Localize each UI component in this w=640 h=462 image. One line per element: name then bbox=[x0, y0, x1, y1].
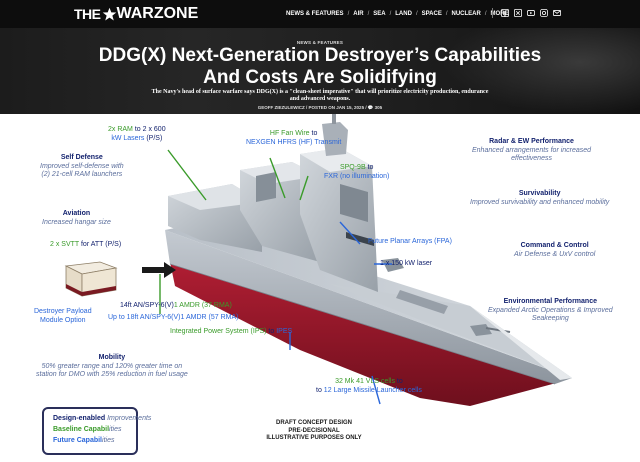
laser-callout: 1 x 150 kW laser bbox=[380, 260, 433, 267]
nav-separator: / bbox=[367, 11, 370, 17]
nav-space[interactable]: SPACE bbox=[422, 11, 442, 17]
x-icon[interactable] bbox=[514, 9, 522, 17]
logo-name: WARZONE bbox=[116, 5, 199, 22]
nav-land[interactable]: LAND bbox=[395, 11, 412, 17]
logo-prefix: THE bbox=[74, 6, 101, 22]
payload-module-image bbox=[64, 261, 118, 297]
legend-design-enabled: Design-enabled Improvements bbox=[53, 415, 152, 422]
nav-separator: / bbox=[445, 11, 448, 17]
svtt-callout: 2 x SVTT for ATT (P/S) bbox=[50, 241, 122, 248]
amdr-57-callout: Up to 18ft AN/SPY-6(V)1 AMDR (57 RMA) bbox=[108, 314, 239, 321]
article-headline: DDG(X) Next-Generation Destroyer’s Capab… bbox=[98, 45, 542, 88]
nav-air[interactable]: AIR bbox=[353, 11, 363, 17]
ips-callout: Integrated Power System (IPS) to IPES bbox=[170, 328, 293, 335]
nav-sea[interactable]: SEA bbox=[373, 11, 385, 17]
survivability-callout: Survivability Improved survivability and… bbox=[470, 190, 610, 206]
nav-separator: / bbox=[415, 11, 418, 17]
nav-news-features[interactable]: NEWS & FEATURES bbox=[286, 11, 344, 17]
radar-ew-callout: Radar & EW Performance Enhanced arrangem… bbox=[472, 138, 592, 162]
ddgx-infographic: 2x RAM to 2 x 600 kW Lasers (P/S) HF Fan… bbox=[0, 114, 640, 462]
aviation-callout: Aviation Increased hangar size bbox=[42, 210, 111, 226]
site-logo[interactable]: THE WARZONE bbox=[74, 4, 198, 24]
article-header: NEWS & FEATURES DDG(X) Next-Generation D… bbox=[0, 28, 640, 114]
self-defense-callout: Self Defense Improved self-defense with … bbox=[40, 154, 124, 178]
article-byline[interactable]: GEOFF ZIEZULEWICZ / POSTED ON JAN 15, 20… bbox=[0, 105, 640, 111]
nav-nuclear[interactable]: NUCLEAR bbox=[452, 11, 481, 17]
top-nav: THE WARZONE NEWS & FEATURES / AIR / SEA … bbox=[0, 0, 640, 28]
nav-separator: / bbox=[389, 11, 392, 17]
email-icon[interactable] bbox=[553, 9, 561, 17]
youtube-icon[interactable] bbox=[527, 9, 535, 17]
legend-baseline: Baseline Capabilities bbox=[53, 426, 122, 433]
command-control-callout: Command & Control Air Defense & UxV cont… bbox=[514, 242, 596, 258]
hf-callout: HF Fan Wire to NEXGEN HFRS (HF) Transmit bbox=[246, 130, 342, 146]
legend-future: Future Capabilities bbox=[53, 437, 115, 444]
instagram-icon[interactable] bbox=[540, 9, 548, 17]
vls-callout: 32 Mk 41 VLS cells to to 12 Large Missil… bbox=[316, 378, 422, 394]
mobility-callout: Mobility 50% greater range and 120% grea… bbox=[36, 354, 188, 378]
arrow-right-icon bbox=[142, 262, 176, 278]
facebook-icon[interactable] bbox=[501, 9, 509, 17]
ram-callout: 2x RAM to 2 x 600 kW Lasers (P/S) bbox=[108, 126, 166, 142]
main-nav: NEWS & FEATURES / AIR / SEA / LAND / SPA… bbox=[286, 9, 509, 19]
social-links bbox=[492, 8, 561, 18]
capability-legend: Design-enabled Improvements Baseline Cap… bbox=[42, 407, 152, 455]
spq-callout: SPQ-9B to FXR (no illumination) bbox=[324, 164, 390, 180]
nav-separator: / bbox=[347, 11, 350, 17]
divider bbox=[492, 8, 493, 18]
amdr-37-callout: 14ft AN/SPY-6(V)1 AMDR (37 RMA) bbox=[120, 302, 232, 309]
payload-module-label: Destroyer Payload Module Option bbox=[34, 308, 92, 324]
star-logo-icon bbox=[102, 7, 116, 20]
draft-disclaimer: DRAFT CONCEPT DESIGN PRE-DECISIONAL ILLU… bbox=[266, 420, 362, 441]
environmental-callout: Environmental Performance Expanded Arcti… bbox=[488, 298, 613, 322]
article-dek: The Navy's head of surface warfare says … bbox=[151, 89, 489, 102]
nav-separator: / bbox=[484, 11, 487, 17]
planar-arrays-callout: Future Planar Arrays (FPA) bbox=[368, 238, 452, 245]
